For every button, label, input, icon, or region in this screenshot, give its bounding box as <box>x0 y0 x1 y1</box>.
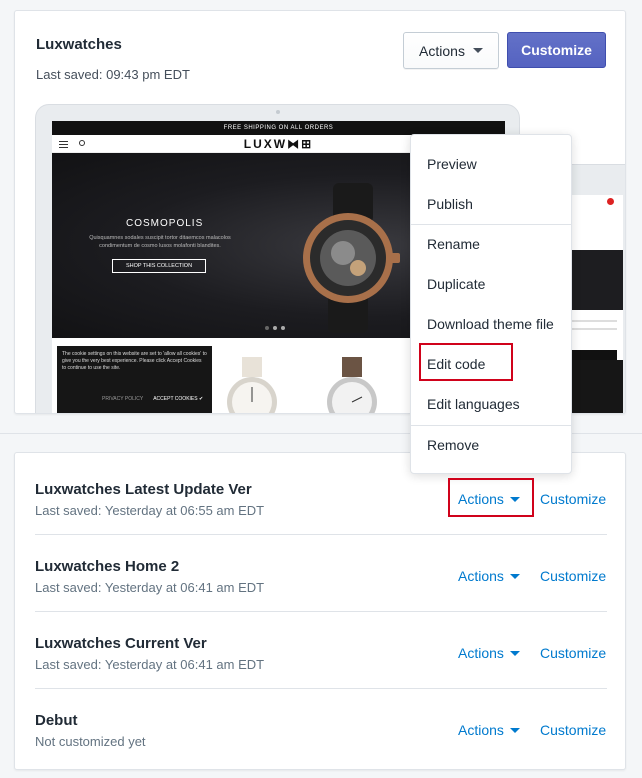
menu-item-publish[interactable]: Publish <box>411 185 571 223</box>
preview-hero-title: COSMOPOLIS <box>126 218 204 229</box>
mobile-button <box>567 350 617 360</box>
preview-shipping-bar: FREE SHIPPING ON ALL ORDERS <box>52 121 505 135</box>
preview-cookie-accept: ACCEPT COOKIES ✔ <box>153 396 204 402</box>
theme-row-saved: Not customized yet <box>35 734 146 749</box>
mobile-hero <box>563 250 623 310</box>
theme-row-customize-link[interactable]: Customize <box>540 491 606 507</box>
theme-row-title: Luxwatches Home 2 <box>35 558 180 575</box>
menu-item-edit-languages[interactable]: Edit languages <box>411 385 571 423</box>
search-icon <box>79 140 85 146</box>
theme-row-actions-label: Actions <box>458 568 504 584</box>
menu-item-rename[interactable]: Rename <box>411 225 571 263</box>
carousel-dots <box>265 326 285 330</box>
preview-logo: LUXW⧓⊞ <box>243 136 314 151</box>
caret-down-icon <box>509 650 520 656</box>
preview-cookie-actions: PRIVACY POLICY ACCEPT COOKIES ✔ <box>102 396 203 403</box>
theme-row-customize-link[interactable]: Customize <box>540 645 606 661</box>
menu-item-preview[interactable]: Preview <box>411 145 571 183</box>
theme-row-actions-label: Actions <box>458 645 504 661</box>
mobile-cookie-banner <box>563 360 623 413</box>
actions-highlight-box <box>448 478 534 517</box>
theme-row: Luxwatches Current Ver Last saved: Yeste… <box>35 611 607 688</box>
theme-row-customize-link[interactable]: Customize <box>540 568 606 584</box>
theme-row-actions-label: Actions <box>458 722 504 738</box>
theme-row-title: Luxwatches Latest Update Ver <box>35 481 252 498</box>
actions-button-label: Actions <box>419 42 465 59</box>
current-theme-title: Luxwatches <box>36 36 122 53</box>
theme-row-saved: Last saved: Yesterday at 06:41 am EDT <box>35 657 265 672</box>
theme-row-title: Luxwatches Current Ver <box>35 635 207 652</box>
menu-item-download-theme-file[interactable]: Download theme file <box>411 305 571 343</box>
theme-row: Debut Not customized yet Actions Customi… <box>35 688 607 765</box>
theme-row: Luxwatches Home 2 Last saved: Yesterday … <box>35 534 607 611</box>
actions-dropdown-menu: Preview Publish Rename Duplicate Downloa… <box>410 134 572 474</box>
preview-cookie-text: The cookie settings on this website are … <box>62 351 207 371</box>
preview-cookie-banner: The cookie settings on this website are … <box>57 346 212 413</box>
customize-button[interactable]: Customize <box>507 32 606 68</box>
actions-button[interactable]: Actions <box>403 32 499 69</box>
preview-hero-copy: Quisquamnes sodales suscipit tortor dita… <box>89 235 231 249</box>
cart-icon <box>607 198 614 205</box>
theme-row-title: Debut <box>35 712 78 729</box>
caret-down-icon <box>509 727 520 733</box>
theme-row-actions-button[interactable]: Actions <box>458 645 520 661</box>
theme-row-saved: Last saved: Yesterday at 06:55 am EDT <box>35 503 265 518</box>
current-theme-saved: Last saved: 09:43 pm EDT <box>36 67 190 82</box>
product-watch-image <box>327 357 377 413</box>
edit-code-highlight-box <box>419 343 513 381</box>
menu-item-duplicate[interactable]: Duplicate <box>411 265 571 303</box>
menu-icon <box>59 141 68 148</box>
camera-dot <box>276 110 280 114</box>
theme-row-saved: Last saved: Yesterday at 06:41 am EDT <box>35 580 265 595</box>
product-watch-image <box>227 357 277 413</box>
menu-item-remove[interactable]: Remove <box>411 426 571 464</box>
mobile-text-line <box>567 328 617 330</box>
mobile-text-line <box>567 320 617 322</box>
preview-cookie-policy: PRIVACY POLICY <box>102 396 144 402</box>
caret-down-icon <box>509 573 520 579</box>
theme-row-actions-button[interactable]: Actions <box>458 722 520 738</box>
theme-library-card: Luxwatches Latest Update Ver Last saved:… <box>14 452 626 770</box>
theme-row-actions-button[interactable]: Actions <box>458 568 520 584</box>
mobile-preview-screen <box>563 195 623 413</box>
watch-image <box>303 183 400 333</box>
caret-down-icon <box>472 48 483 53</box>
preview-hero-button: SHOP THIS COLLECTION <box>112 259 206 273</box>
theme-row-customize-link[interactable]: Customize <box>540 722 606 738</box>
